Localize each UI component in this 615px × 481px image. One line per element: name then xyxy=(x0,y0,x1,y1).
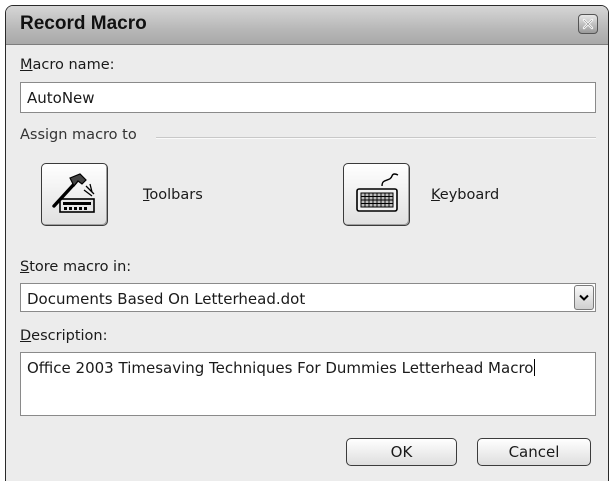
keyboard-button[interactable] xyxy=(343,163,410,226)
title-bar[interactable]: Record Macro xyxy=(6,6,608,45)
macro-name-input[interactable]: AutoNew xyxy=(20,82,596,113)
toolbars-label[interactable]: Toolbars xyxy=(143,187,203,203)
keyboard-label[interactable]: Keyboard xyxy=(431,187,499,203)
close-icon[interactable] xyxy=(578,14,598,34)
keyboard-icon xyxy=(356,173,399,212)
cancel-button[interactable]: Cancel xyxy=(477,438,591,466)
store-macro-in-select[interactable]: Documents Based On Letterhead.dot xyxy=(20,283,596,312)
record-macro-dialog: Record Macro Macro name: AutoNew Assign … xyxy=(5,5,609,481)
description-textarea[interactable]: Office 2003 Timesaving Techniques For Du… xyxy=(20,352,596,416)
description-text: Office 2003 Timesaving Techniques For Du… xyxy=(27,359,534,377)
store-macro-in-value: Documents Based On Letterhead.dot xyxy=(27,290,306,308)
ok-button[interactable]: OK xyxy=(346,438,457,466)
hammer-toolbar-icon xyxy=(52,173,95,213)
store-macro-in-label: Store macro in: xyxy=(20,259,132,275)
group-divider xyxy=(156,137,596,139)
chevron-down-icon[interactable] xyxy=(574,285,594,310)
dialog-title: Record Macro xyxy=(20,13,147,34)
description-label: Description: xyxy=(20,328,108,344)
text-caret xyxy=(534,359,536,376)
assign-macro-group-label: Assign macro to xyxy=(20,127,137,143)
macro-name-label: Macro name: xyxy=(20,57,115,73)
toolbars-button[interactable] xyxy=(41,163,108,226)
